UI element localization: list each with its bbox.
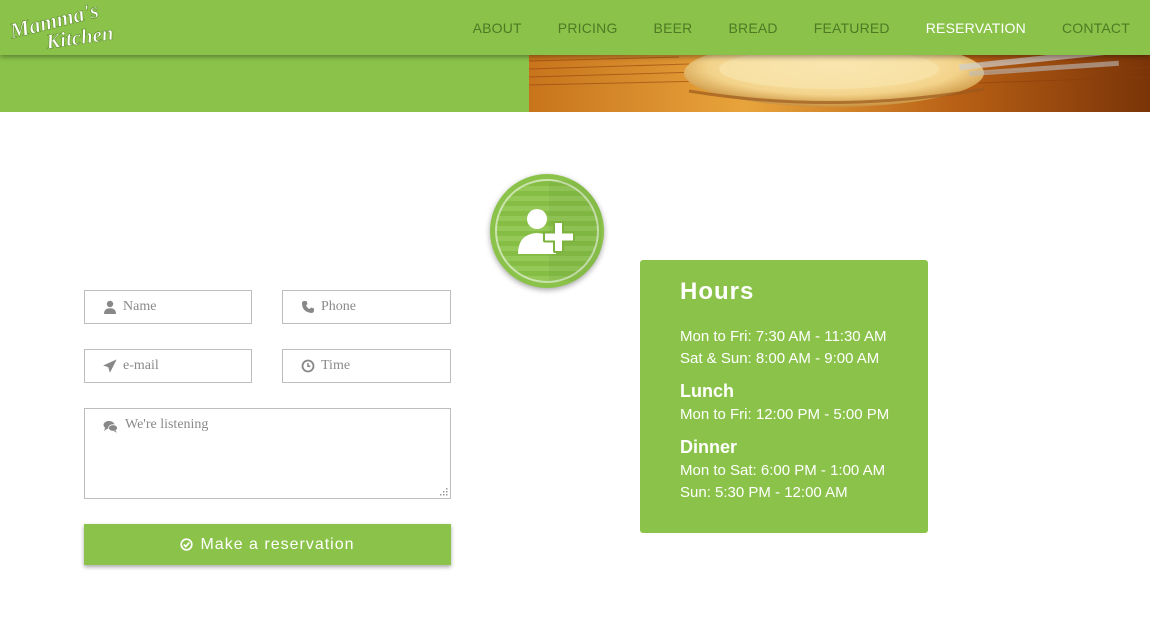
resize-grip-icon[interactable] (439, 487, 448, 496)
clock-icon (301, 359, 315, 373)
banner-green-panel (0, 55, 529, 112)
dinner-heading: Dinner (680, 437, 738, 457)
lunch-heading: Lunch (680, 381, 734, 401)
banner-table-photo (529, 55, 1150, 112)
message-field[interactable] (84, 408, 451, 499)
check-circle-icon (180, 538, 194, 551)
paper-plane-icon (103, 359, 117, 373)
hours-breakfast-line: Mon to Fri: 7:30 AM - 11:30 AM (680, 328, 887, 345)
make-reservation-label: Make a reservation (200, 535, 355, 553)
hours-title: Hours (680, 278, 755, 305)
comments-icon (103, 421, 118, 433)
nav-item-pricing[interactable]: PRICING (558, 20, 618, 36)
nav-item-bread[interactable]: BREAD (728, 20, 777, 36)
name-field[interactable] (84, 290, 252, 324)
hours-dinner-line: Mon to Sat: 6:00 PM - 1:00 AM (680, 462, 886, 479)
message-textarea[interactable] (125, 417, 445, 493)
hours-breakfast-line: Sat & Sun: 8:00 AM - 9:00 AM (680, 350, 880, 367)
user-icon (104, 300, 116, 314)
make-reservation-button[interactable]: Make a reservation (84, 524, 451, 565)
top-navbar: Mamma's Kitchen ABOUT PRICING BEER BREAD… (0, 0, 1150, 55)
nav-item-contact[interactable]: CONTACT (1062, 20, 1130, 36)
hours-card: Hours Mon to Fri: 7:30 AM - 11:30 AM Sat… (640, 260, 928, 533)
hours-dinner-line: Sun: 5:30 PM - 12:00 AM (680, 484, 848, 501)
main-nav-menu: ABOUT PRICING BEER BREAD FEATURED RESERV… (437, 0, 1130, 55)
time-input[interactable] (321, 358, 441, 374)
phone-input[interactable] (321, 299, 441, 315)
nav-item-reservation[interactable]: RESERVATION (926, 20, 1026, 36)
brand-logo[interactable]: Mamma's Kitchen (6, 4, 124, 50)
name-input[interactable] (123, 299, 243, 315)
reservation-badge (490, 174, 604, 288)
email-field[interactable] (84, 349, 252, 383)
email-input[interactable] (123, 358, 243, 374)
time-field[interactable] (282, 349, 451, 383)
phone-field[interactable] (282, 290, 451, 324)
nav-item-beer[interactable]: BEER (654, 20, 693, 36)
add-user-icon (518, 209, 575, 254)
phone-icon (302, 301, 314, 313)
nav-item-about[interactable]: ABOUT (473, 20, 522, 36)
nav-item-featured[interactable]: FEATURED (814, 20, 890, 36)
hours-lunch-line: Mon to Fri: 12:00 PM - 5:00 PM (680, 406, 890, 423)
